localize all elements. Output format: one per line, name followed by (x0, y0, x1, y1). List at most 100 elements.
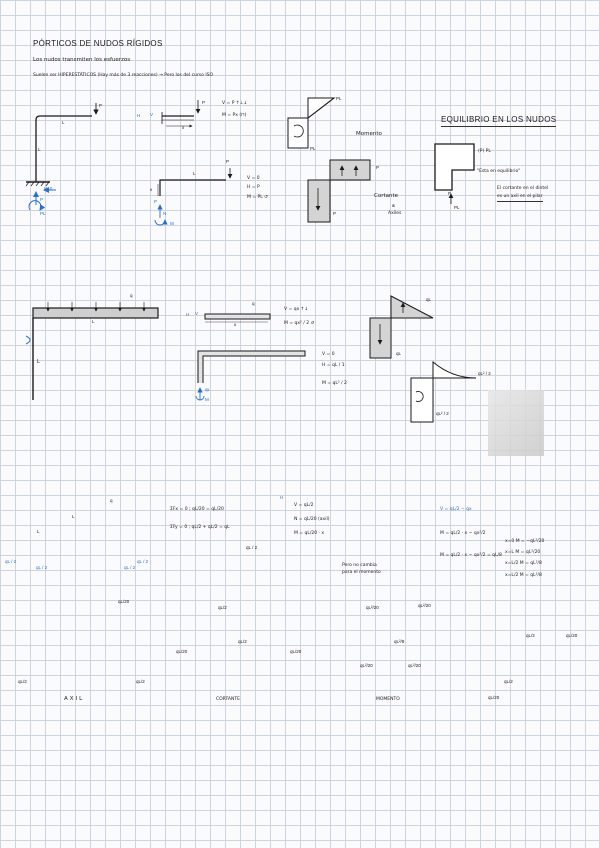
shear3-ql2-b: qL/2 (238, 639, 247, 644)
fb5-h: H (280, 495, 284, 500)
fb3-v: V (195, 311, 199, 316)
reaction-m: PL (40, 211, 46, 216)
page-curl-shadow (488, 390, 544, 456)
eq2-m: M = PL ↺ (247, 195, 268, 200)
shear-and: & (392, 203, 396, 208)
eq-node-p-pl: (P) PL (478, 149, 491, 154)
axial-ql2-right: qL/2 (136, 679, 145, 684)
eq3-m: M = qx² / 2 ↺ (284, 321, 315, 326)
fb2-react-p: P (154, 199, 158, 204)
frame3-react-right: qL / 2 (124, 565, 136, 570)
frame3-react-left: qL / 2 (36, 565, 48, 570)
fb2-x: x (150, 187, 153, 192)
frame-1-drawing (25, 103, 99, 187)
moment3-top-left: qL²/20 (366, 605, 379, 610)
beam-eq-3: M = qL/2 · x − qx²/2 = qL/8 (440, 553, 502, 558)
fb4-react-m: M (205, 397, 209, 402)
moment-diagram-1 (287, 97, 336, 149)
eq-node-p: P (448, 191, 452, 196)
eq-node-note: "Esta en equilibrio" (477, 169, 521, 174)
free-body-4 (197, 350, 306, 383)
shear-p-bottom: P (333, 211, 337, 216)
eq-m-1: M = Px (⊓) (222, 113, 247, 118)
eq-sum-fy: ΣFy = 0 ; qL/2 + qL/2 = qL (170, 525, 230, 530)
moment3-bottom-left: qL²/20 (360, 663, 373, 668)
equilibrium-title: EQUILIBRIO EN LOS NUDOS (441, 116, 557, 127)
free-body-4-reactions (195, 387, 205, 401)
label-p: P (99, 103, 103, 108)
fb5-react: qL / 2 (246, 545, 258, 550)
beam-eq-2: M = qL/2 · x − qx²/2 (440, 531, 486, 536)
frame2-l-col: L (37, 359, 41, 365)
eq2-v: V = 0 (247, 176, 260, 181)
moment-diagram-label: MOMENTO (376, 697, 400, 702)
equilibrium-node-drawing (434, 143, 475, 204)
frame2-l-top: L (92, 319, 95, 324)
fb2-react-n: N (163, 211, 167, 216)
fb5-m: M = qL/20 · x (294, 531, 325, 536)
beam-result-3: x=L/2 M = qL²/8 (505, 561, 542, 566)
frame3-l-left: L (37, 529, 40, 534)
fb2-react-m: M (170, 221, 174, 226)
shear3-ql2: qL/2 (218, 605, 227, 610)
axial-ql20: qL/20 (118, 599, 130, 604)
beam-eq-1: V = qL/2 − qx (440, 507, 472, 512)
fb2-l: L (193, 171, 196, 176)
shear-diagram-label: CORTANTE (216, 697, 240, 702)
shear-p-top: P (376, 165, 380, 170)
shear-label: Cortante (374, 193, 399, 199)
moment-label: Momento (356, 131, 382, 137)
moment3-bottom-right: qL²/20 (408, 663, 421, 668)
shear-diagram-1 (307, 159, 371, 223)
node3-ql20-b: qL/20 (488, 695, 500, 700)
fb3-q: q (252, 301, 255, 306)
diag2-ql-b: qL (396, 351, 402, 356)
fb1-h: H (137, 113, 141, 118)
moment3-top-right: qL²/20 (418, 603, 431, 608)
eq3-v: V = qx ↑↓ (284, 307, 309, 312)
moment3-mid: qL²/8 (394, 639, 405, 644)
reaction-h: H=0 (44, 186, 53, 191)
eq4-v: V = 0 (322, 352, 335, 357)
axial-ql2-left: qL/2 (18, 679, 27, 684)
fb1-v: V (150, 112, 154, 117)
frame-2-support-mark (25, 335, 31, 345)
eq4-m: M = qL² / 2 (322, 381, 347, 386)
fb1-x: x (182, 125, 185, 130)
beam-result-1: x=0 M = −qL²/20 (505, 539, 545, 544)
frame2-q: q (130, 293, 133, 298)
eq-box-line-1: El cortante en el dintel (497, 186, 549, 191)
free-body-3 (204, 313, 271, 323)
eq-sum-fx: ΣFx = 0 ; qL/20 = qL/20 (170, 507, 224, 512)
eq2-h: H = P (247, 185, 260, 190)
eq-node-pl: PL (454, 205, 460, 210)
moment-pl-top: PL (336, 96, 342, 101)
note-line-1: Pero no cambia (342, 563, 377, 568)
eq-v-1: V = P ↑⊥↓ (222, 101, 248, 106)
diag2-ql2: qL² / 2 (478, 371, 491, 376)
axial-diagram-label: AXIL (64, 696, 85, 702)
fb5-v: V = qL/2 (294, 503, 314, 508)
eq4-h: H = qL / 1 (322, 363, 345, 368)
node3-ql20: qL/20 (566, 633, 578, 638)
subtitle-line-2: Suelen ser HIPERESTÁTICOS (Hay más de 3 … (33, 73, 214, 78)
frame3-q: q (110, 498, 113, 503)
fb2-p: P (226, 159, 230, 164)
frame-2-drawing (32, 302, 159, 400)
node3-ql2: qL/2 (526, 633, 535, 638)
axial-label: Axiles (388, 211, 402, 216)
moment-pl-bottom: PL (310, 146, 316, 151)
fb3-x: x (234, 322, 237, 327)
node3-ql2-b: qL/2 (504, 679, 513, 684)
frame3-l-right: L (72, 514, 75, 519)
beam-result-4: x=L/2 M = qL²/8 (505, 573, 542, 578)
eq-box-line-2: es un axil en el pilar (497, 194, 543, 202)
fb1-p: P (202, 100, 206, 105)
page-title: PÓRTICOS DE NUDOS RÍGIDOS (33, 39, 163, 48)
label-l-col: L (38, 147, 41, 152)
beam-result-2: x=L M = qL²/20 (505, 550, 541, 555)
frame3-h-left: qL / 2 (5, 559, 17, 564)
subtitle-line-1: Los nudos transmiten los esfuerzos (33, 57, 131, 63)
frame3-h-right: qL / 2 (137, 559, 149, 564)
shear3-ql20-right: qL/20 (290, 649, 302, 654)
